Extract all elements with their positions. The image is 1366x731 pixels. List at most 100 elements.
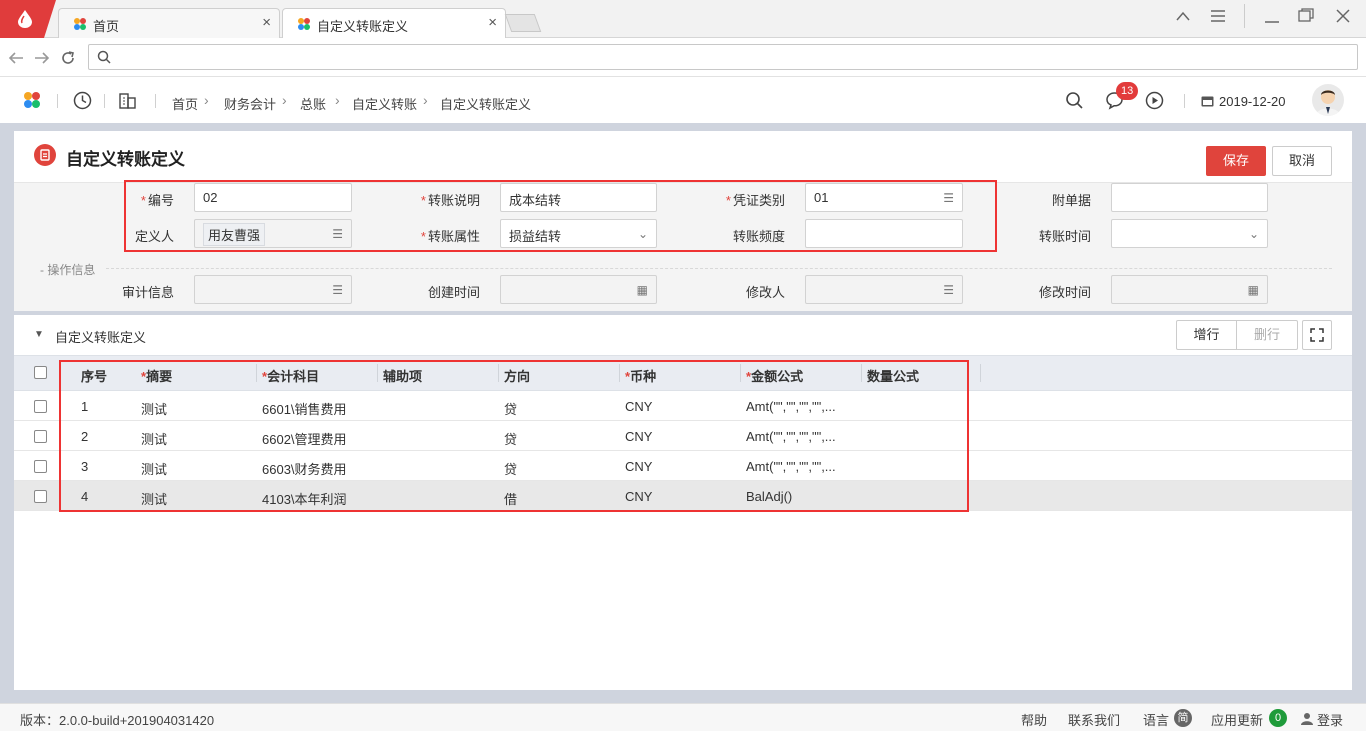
breadcrumb-finance[interactable]: 财务会计 — [224, 94, 276, 113]
restore-icon[interactable] — [1298, 8, 1314, 22]
modified-field[interactable]: ▦ — [1111, 275, 1268, 304]
calendar-icon: ▦ — [1247, 283, 1259, 297]
language-link[interactable]: 语言 — [1143, 710, 1169, 729]
chevron-up-icon[interactable] — [1175, 10, 1191, 22]
user-icon — [1301, 713, 1313, 725]
menu-icon[interactable] — [1210, 9, 1226, 23]
new-tab-button[interactable] — [504, 14, 542, 32]
cancel-button[interactable]: 取消 — [1272, 146, 1332, 176]
status-bar: 版本：2.0.0-build+201904031420 帮助 联系我们 语言 简… — [0, 703, 1366, 731]
divider — [106, 268, 1332, 269]
select-all-checkbox[interactable] — [34, 366, 47, 379]
app-logo-icon[interactable] — [22, 90, 42, 110]
current-date[interactable]: 2019-12-20 — [1219, 94, 1286, 109]
audit-field[interactable]: ☰ — [194, 275, 352, 304]
refresh-icon[interactable] — [60, 50, 76, 66]
breadcrumb-ledger[interactable]: 总账 — [300, 94, 326, 113]
expand-button[interactable] — [1302, 320, 1332, 350]
modifier-field[interactable]: ☰ — [805, 275, 963, 304]
divider — [57, 94, 58, 108]
document-icon — [34, 144, 56, 166]
expand-icon — [1310, 328, 1324, 342]
play-icon[interactable] — [1145, 91, 1164, 110]
version-text: 版本：2.0.0-build+201904031420 — [20, 713, 215, 728]
minimize-icon[interactable] — [1264, 10, 1280, 24]
audit-label: 审计信息 — [121, 285, 174, 300]
ops-section-label[interactable]: - 操作信息 — [40, 261, 95, 278]
row-checkbox[interactable] — [34, 460, 47, 473]
page-title: 自定义转账定义 — [66, 150, 185, 169]
divider — [980, 364, 981, 382]
time-label: 转账时间 — [1038, 229, 1091, 244]
calendar-icon: ▦ — [636, 283, 648, 297]
contact-link[interactable]: 联系我们 — [1068, 710, 1120, 729]
url-input[interactable] — [88, 44, 1358, 70]
updates-badge[interactable]: 0 — [1269, 709, 1287, 727]
tab-title: 自定义转账定义 — [317, 19, 409, 34]
breadcrumb-custom-transfer[interactable]: 自定义转账 — [352, 94, 417, 113]
browser-brand-tab[interactable] — [0, 0, 56, 38]
attachments-field[interactable] — [1111, 183, 1268, 212]
notification-badge: 13 — [1116, 82, 1139, 100]
highlight-box — [124, 180, 997, 252]
calendar-icon — [1201, 96, 1214, 107]
attachments-label: 附单据 — [1051, 193, 1091, 208]
app-logo-icon — [74, 18, 86, 30]
grid-card: ▼ 自定义转账定义 增行 删行 序号 *摘要 *会计科目 辅助项 方向 *币种 … — [14, 315, 1352, 690]
tab-home[interactable]: 首页 × — [58, 8, 280, 38]
divider — [1244, 4, 1245, 28]
history-icon[interactable] — [73, 91, 92, 110]
app-header: 首页 › 财务会计 › 总账 › 自定义转账 › 自定义转账定义 13 2019… — [0, 78, 1366, 123]
breadcrumb-home[interactable]: 首页 — [172, 94, 198, 113]
created-field[interactable]: ▦ — [500, 275, 657, 304]
list-icon: ☰ — [943, 283, 954, 297]
search-icon — [97, 50, 111, 64]
back-icon[interactable] — [8, 51, 24, 65]
close-icon[interactable]: × — [262, 14, 271, 31]
modified-label: 修改时间 — [1038, 285, 1091, 300]
app-logo-icon — [298, 18, 310, 30]
search-icon[interactable] — [1065, 91, 1084, 110]
language-badge[interactable]: 简 — [1174, 709, 1192, 727]
user-avatar-icon — [1316, 90, 1340, 116]
list-icon: ☰ — [332, 283, 343, 297]
divider — [1184, 94, 1185, 108]
avatar[interactable] — [1312, 84, 1344, 116]
chevron-right-icon: › — [282, 92, 287, 108]
time-select[interactable]: ⌄ — [1111, 219, 1268, 248]
close-window-icon[interactable] — [1335, 8, 1351, 24]
tab-title: 首页 — [93, 19, 120, 34]
chevron-right-icon: › — [335, 92, 340, 108]
tab-custom-transfer[interactable]: 自定义转账定义 × — [282, 8, 506, 38]
divider — [104, 94, 105, 108]
highlight-box — [59, 360, 969, 512]
chevron-down-icon: ⌄ — [1248, 227, 1259, 241]
forward-icon[interactable] — [34, 51, 50, 65]
breadcrumb-current: 自定义转账定义 — [440, 97, 532, 112]
grid-title: 自定义转账定义 — [55, 330, 147, 345]
row-actions: 增行 删行 — [1176, 320, 1298, 350]
chevron-right-icon: › — [423, 92, 428, 108]
modifier-label: 修改人 — [745, 285, 785, 300]
login-link[interactable]: 登录 — [1317, 710, 1343, 729]
caret-down-icon[interactable]: ▼ — [34, 329, 44, 340]
drop-logo-icon — [18, 10, 32, 28]
delete-row-button[interactable]: 删行 — [1237, 321, 1297, 349]
row-checkbox[interactable] — [34, 490, 47, 503]
add-row-button[interactable]: 增行 — [1177, 321, 1237, 349]
row-checkbox[interactable] — [34, 400, 47, 413]
row-checkbox[interactable] — [34, 430, 47, 443]
updates-link[interactable]: 应用更新 — [1211, 710, 1263, 729]
address-bar — [0, 38, 1366, 77]
form-card: 自定义转账定义 保存 取消 * 编号 02 * 转账说明 成本结转 * 凭证类别 01… — [14, 131, 1352, 311]
main-area: 自定义转账定义 保存 取消 * 编号 02 * 转账说明 成本结转 * 凭证类别 01… — [0, 123, 1366, 703]
grid-header: ▼ 自定义转账定义 增行 删行 — [14, 315, 1352, 355]
title-bar: 自定义转账定义 保存 取消 — [14, 131, 1352, 183]
created-label: 创建时间 — [427, 285, 480, 300]
close-icon[interactable]: × — [488, 14, 497, 31]
chevron-right-icon: › — [204, 92, 209, 108]
save-button[interactable]: 保存 — [1206, 146, 1266, 176]
building-icon[interactable] — [118, 91, 137, 110]
help-link[interactable]: 帮助 — [1021, 710, 1047, 729]
browser-tabstrip: 首页 × 自定义转账定义 × — [0, 0, 1366, 38]
